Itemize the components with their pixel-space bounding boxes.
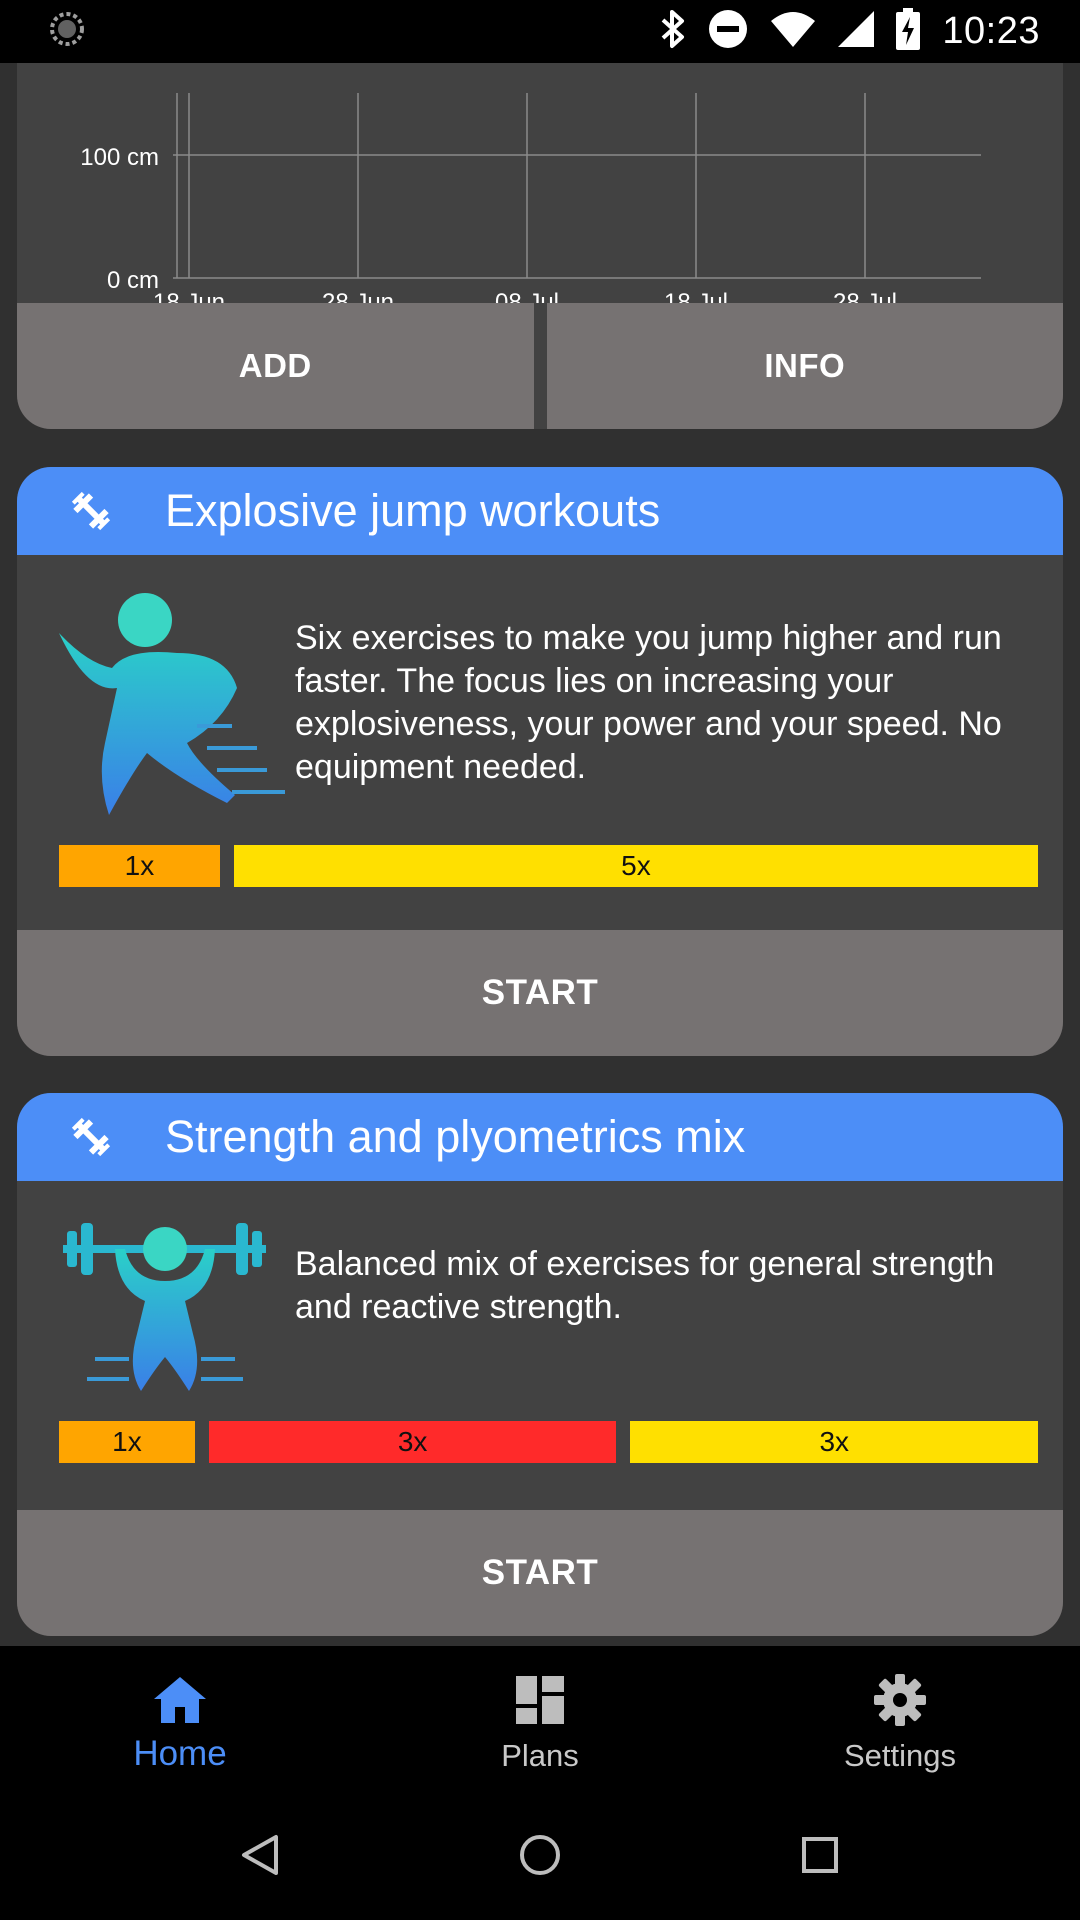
signal-icon (838, 11, 875, 52)
card-body: Six exercises to make you jump higher an… (17, 555, 1063, 930)
card-body: Balanced mix of exercises for general st… (17, 1181, 1063, 1510)
info-button[interactable]: INFO (546, 303, 1063, 429)
exercise-bar-row: 1x 3x 3x (59, 1421, 1039, 1463)
exercise-bar: 3x (208, 1421, 617, 1463)
workout-card-strength-plyometrics[interactable]: Strength and plyometrics mix Balanced mi… (17, 1093, 1063, 1636)
dashboard-icon (516, 1672, 564, 1728)
gear-icon (874, 1672, 926, 1728)
bottom-navigation: Home Plans Settings (0, 1646, 1080, 1790)
card-title: Explosive jump workouts (165, 485, 661, 536)
nav-label: Home (133, 1734, 227, 1773)
dumbbell-icon (17, 1093, 165, 1181)
card-description: Six exercises to make you jump higher an… (295, 619, 1002, 786)
battery-charging-icon (896, 8, 921, 55)
home-icon (154, 1672, 206, 1728)
weightlifter-icon (57, 1219, 272, 1399)
x-tick-label: 18 Jul (664, 289, 728, 303)
dumbbell-icon (17, 467, 165, 555)
wifi-icon (770, 11, 816, 52)
y-tick-label: 0 cm (107, 267, 159, 294)
nav-item-home[interactable]: Home (60, 1646, 300, 1790)
workout-card-explosive-jump[interactable]: Explosive jump workouts Six exercises to… (17, 467, 1063, 1056)
exercise-bar-row: 1x 5x (59, 845, 1038, 887)
home-circle-icon[interactable] (500, 1815, 580, 1895)
home-content[interactable]: 100 cm 0 cm 18 Jun 28 Jun 08 Jul 18 Jul 28 Jul… (0, 63, 1080, 1646)
add-button[interactable]: ADD (17, 303, 534, 429)
exercise-bar: 5x (233, 845, 1038, 887)
card-header: Explosive jump workouts (17, 467, 1063, 555)
nav-item-plans[interactable]: Plans (420, 1646, 660, 1790)
x-tick-label: 28 Jul (833, 289, 897, 303)
card-title: Strength and plyometrics mix (165, 1111, 746, 1162)
x-tick-label: 28 Jun (322, 289, 394, 303)
exercise-bar: 3x (630, 1421, 1039, 1463)
y-tick-label: 100 cm (80, 144, 159, 171)
exercise-bar: 1x (59, 1421, 195, 1463)
card-description: Balanced mix of exercises for general st… (295, 1245, 995, 1326)
status-bar: 10:23 (0, 0, 1080, 63)
card-header: Strength and plyometrics mix (17, 1093, 1063, 1181)
jumping-person-icon (57, 593, 287, 823)
bluetooth-icon (660, 9, 686, 54)
nav-label: Plans (501, 1738, 579, 1773)
start-button[interactable]: START (17, 930, 1063, 1056)
jump-height-chart-card: 100 cm 0 cm 18 Jun 28 Jun 08 Jul 18 Jul 28 Jul… (17, 63, 1063, 429)
exercise-bar: 1x (59, 845, 220, 887)
system-navigation-bar (0, 1790, 1080, 1920)
start-button[interactable]: START (17, 1510, 1063, 1636)
do-not-disturb-icon (708, 9, 748, 54)
x-tick-label: 18 Jun (153, 289, 225, 303)
x-tick-label: 08 Jul (495, 289, 559, 303)
status-time: 10:23 (942, 10, 1040, 52)
nav-item-settings[interactable]: Settings (780, 1646, 1020, 1790)
nav-label: Settings (843, 1738, 956, 1773)
back-icon[interactable] (220, 1815, 300, 1895)
jump-height-chart: 100 cm 0 cm18 Jun 28 Jun 08 Jul 18 Jul 28 Jul (80, 93, 981, 303)
loading-spinner-icon (48, 10, 86, 53)
recents-icon[interactable] (780, 1815, 860, 1895)
